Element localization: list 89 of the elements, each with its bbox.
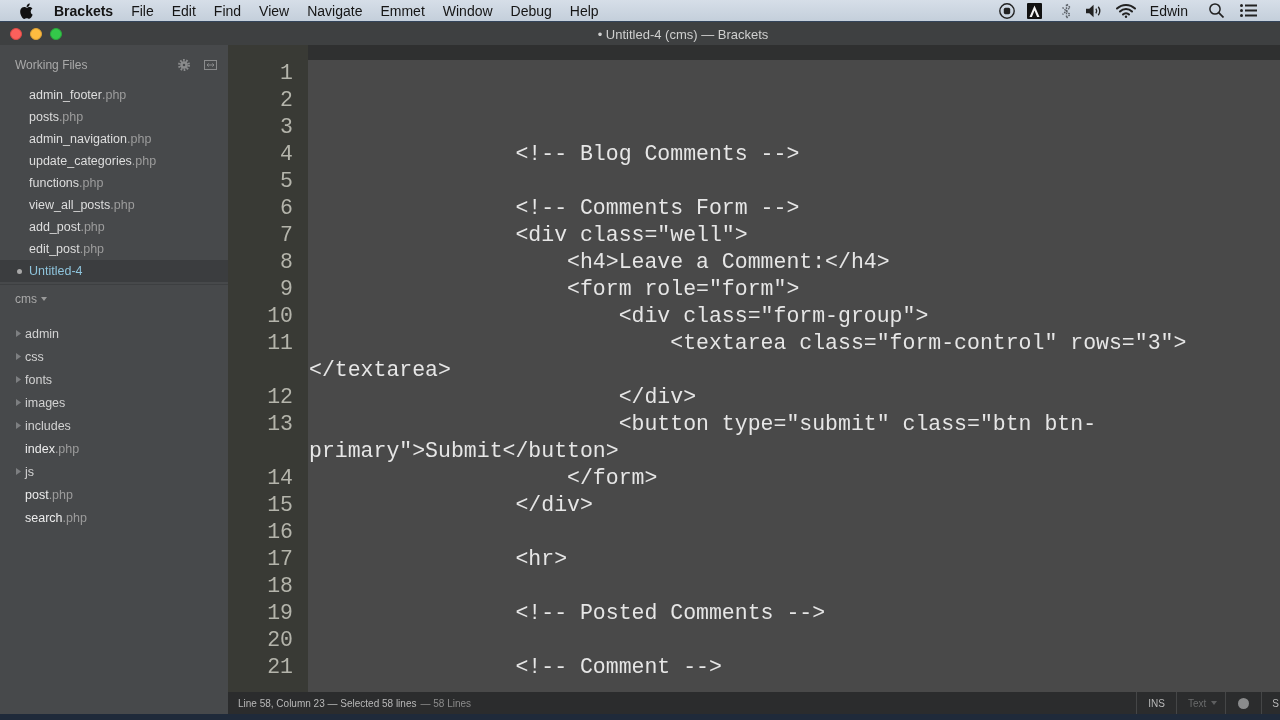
working-file-item[interactable]: add_post.php xyxy=(0,216,228,238)
line-number: 18 xyxy=(267,574,293,598)
wifi-icon[interactable] xyxy=(1115,3,1136,18)
code-text: <!-- Comments Form --> xyxy=(515,196,800,220)
code-text: </div> xyxy=(618,385,697,409)
line-number: 13 xyxy=(267,412,293,436)
line-number: 3 xyxy=(280,115,293,139)
apple-icon[interactable] xyxy=(20,2,33,19)
list-icon[interactable] xyxy=(1240,4,1257,17)
app-menu[interactable]: Brackets xyxy=(45,0,123,21)
menu-item[interactable]: Edit xyxy=(162,0,205,21)
line-number: 2 xyxy=(280,88,293,112)
line-number: 5 xyxy=(280,169,293,193)
project-tree-entry[interactable]: post.php xyxy=(0,483,228,506)
working-file-item[interactable]: view_all_posts.php xyxy=(0,194,228,216)
window-title: • Untitled-4 (cms) — Brackets xyxy=(597,26,769,42)
working-file-item[interactable]: functions.php xyxy=(0,172,228,194)
line-number: 10 xyxy=(267,304,293,328)
working-file-item[interactable]: admin_footer.php xyxy=(0,84,228,106)
app-logo-icon[interactable] xyxy=(1026,2,1042,19)
code-text: <!-- Posted Comments --> xyxy=(515,601,826,625)
project-folder-item[interactable]: fonts xyxy=(0,368,228,391)
code-text: </div> xyxy=(515,493,593,517)
code-text: <!-- Comment --> xyxy=(515,655,722,679)
code-text: <div class="form-group"> xyxy=(618,304,929,328)
line-number: 21 xyxy=(267,655,293,679)
panel-title: Working Files xyxy=(15,57,88,72)
bluetooth-icon[interactable] xyxy=(1060,2,1072,19)
project-folder-item[interactable]: js xyxy=(0,460,228,483)
close-button[interactable] xyxy=(10,27,22,40)
menu-item[interactable]: Find xyxy=(204,0,251,21)
working-file-item[interactable]: posts.php xyxy=(0,106,228,128)
insert-mode-toggle[interactable]: INS xyxy=(1136,692,1176,714)
code-text: primary">Submit</button> xyxy=(309,439,619,463)
project-folder-item[interactable]: includes xyxy=(0,414,228,437)
code-text: <!-- Blog Comments --> xyxy=(515,142,800,166)
line-number: 7 xyxy=(280,223,293,247)
status-circle-icon[interactable] xyxy=(1238,697,1250,709)
line-number: 4 xyxy=(280,142,293,166)
line-number: 1 xyxy=(280,61,293,85)
zoom-button[interactable] xyxy=(50,27,62,40)
line-count: — 58 Lines xyxy=(420,697,472,709)
caret-icon xyxy=(1211,701,1218,705)
project-tree-entry[interactable]: search.php xyxy=(0,506,228,529)
settings-icon[interactable] xyxy=(178,58,190,71)
volume-icon[interactable] xyxy=(1085,3,1103,18)
split-view-icon[interactable] xyxy=(204,59,217,70)
menu-item[interactable]: File xyxy=(122,0,163,21)
menu-item[interactable]: Help xyxy=(560,0,608,21)
menu-item[interactable]: Navigate xyxy=(298,0,372,21)
code-text: </form> xyxy=(567,466,658,490)
code-text: <h4>Leave a Comment:</h4> xyxy=(567,250,890,274)
line-number: 9 xyxy=(280,277,293,301)
working-file-item[interactable]: admin_navigation.php xyxy=(0,128,228,150)
code-text: <button type="submit" class="btn btn- xyxy=(618,412,1097,436)
caret-icon xyxy=(41,297,47,301)
menu-item[interactable]: View xyxy=(250,0,299,21)
project-tree-entry[interactable]: index.php xyxy=(0,437,228,460)
code-text: <div class="well"> xyxy=(515,223,748,247)
line-number: 14 xyxy=(267,466,293,490)
menu-item[interactable]: Emmet xyxy=(371,0,434,21)
line-number: 15 xyxy=(267,493,293,517)
line-number: 20 xyxy=(267,628,293,652)
project-folder-item[interactable]: images xyxy=(0,391,228,414)
working-file-item[interactable]: update_categories.php xyxy=(0,150,228,172)
status-item[interactable]: S xyxy=(1261,692,1280,714)
menu-item[interactable]: Window xyxy=(433,0,502,21)
code-text: <textarea class="form-control" rows="3"> xyxy=(670,331,1187,355)
line-number: 17 xyxy=(267,547,293,571)
user-name[interactable]: Edwin xyxy=(1149,2,1188,19)
line-number: 12 xyxy=(267,385,293,409)
line-number: 19 xyxy=(267,601,293,625)
cursor-position: Line 58, Column 23 — Selected 58 lines xyxy=(238,697,417,709)
working-file-item[interactable]: edit_post.php xyxy=(0,238,228,260)
code-text: <form role="form"> xyxy=(567,277,800,301)
stop-circle-icon[interactable] xyxy=(998,2,1015,19)
project-folder-item[interactable]: admin xyxy=(0,322,228,345)
code-text: </textarea> xyxy=(309,358,451,382)
menu-item[interactable]: Debug xyxy=(501,0,561,21)
working-file-item[interactable]: Untitled-4 xyxy=(0,260,228,282)
line-number: 8 xyxy=(280,250,293,274)
project-folder-item[interactable]: css xyxy=(0,345,228,368)
minimize-button[interactable] xyxy=(30,27,42,40)
line-number: 6 xyxy=(280,196,293,220)
search-icon[interactable] xyxy=(1209,3,1224,18)
line-number: 16 xyxy=(267,520,293,544)
code-text: <hr> xyxy=(515,547,568,571)
project-dropdown[interactable]: cms xyxy=(15,292,47,306)
line-number: 11 xyxy=(267,331,293,355)
